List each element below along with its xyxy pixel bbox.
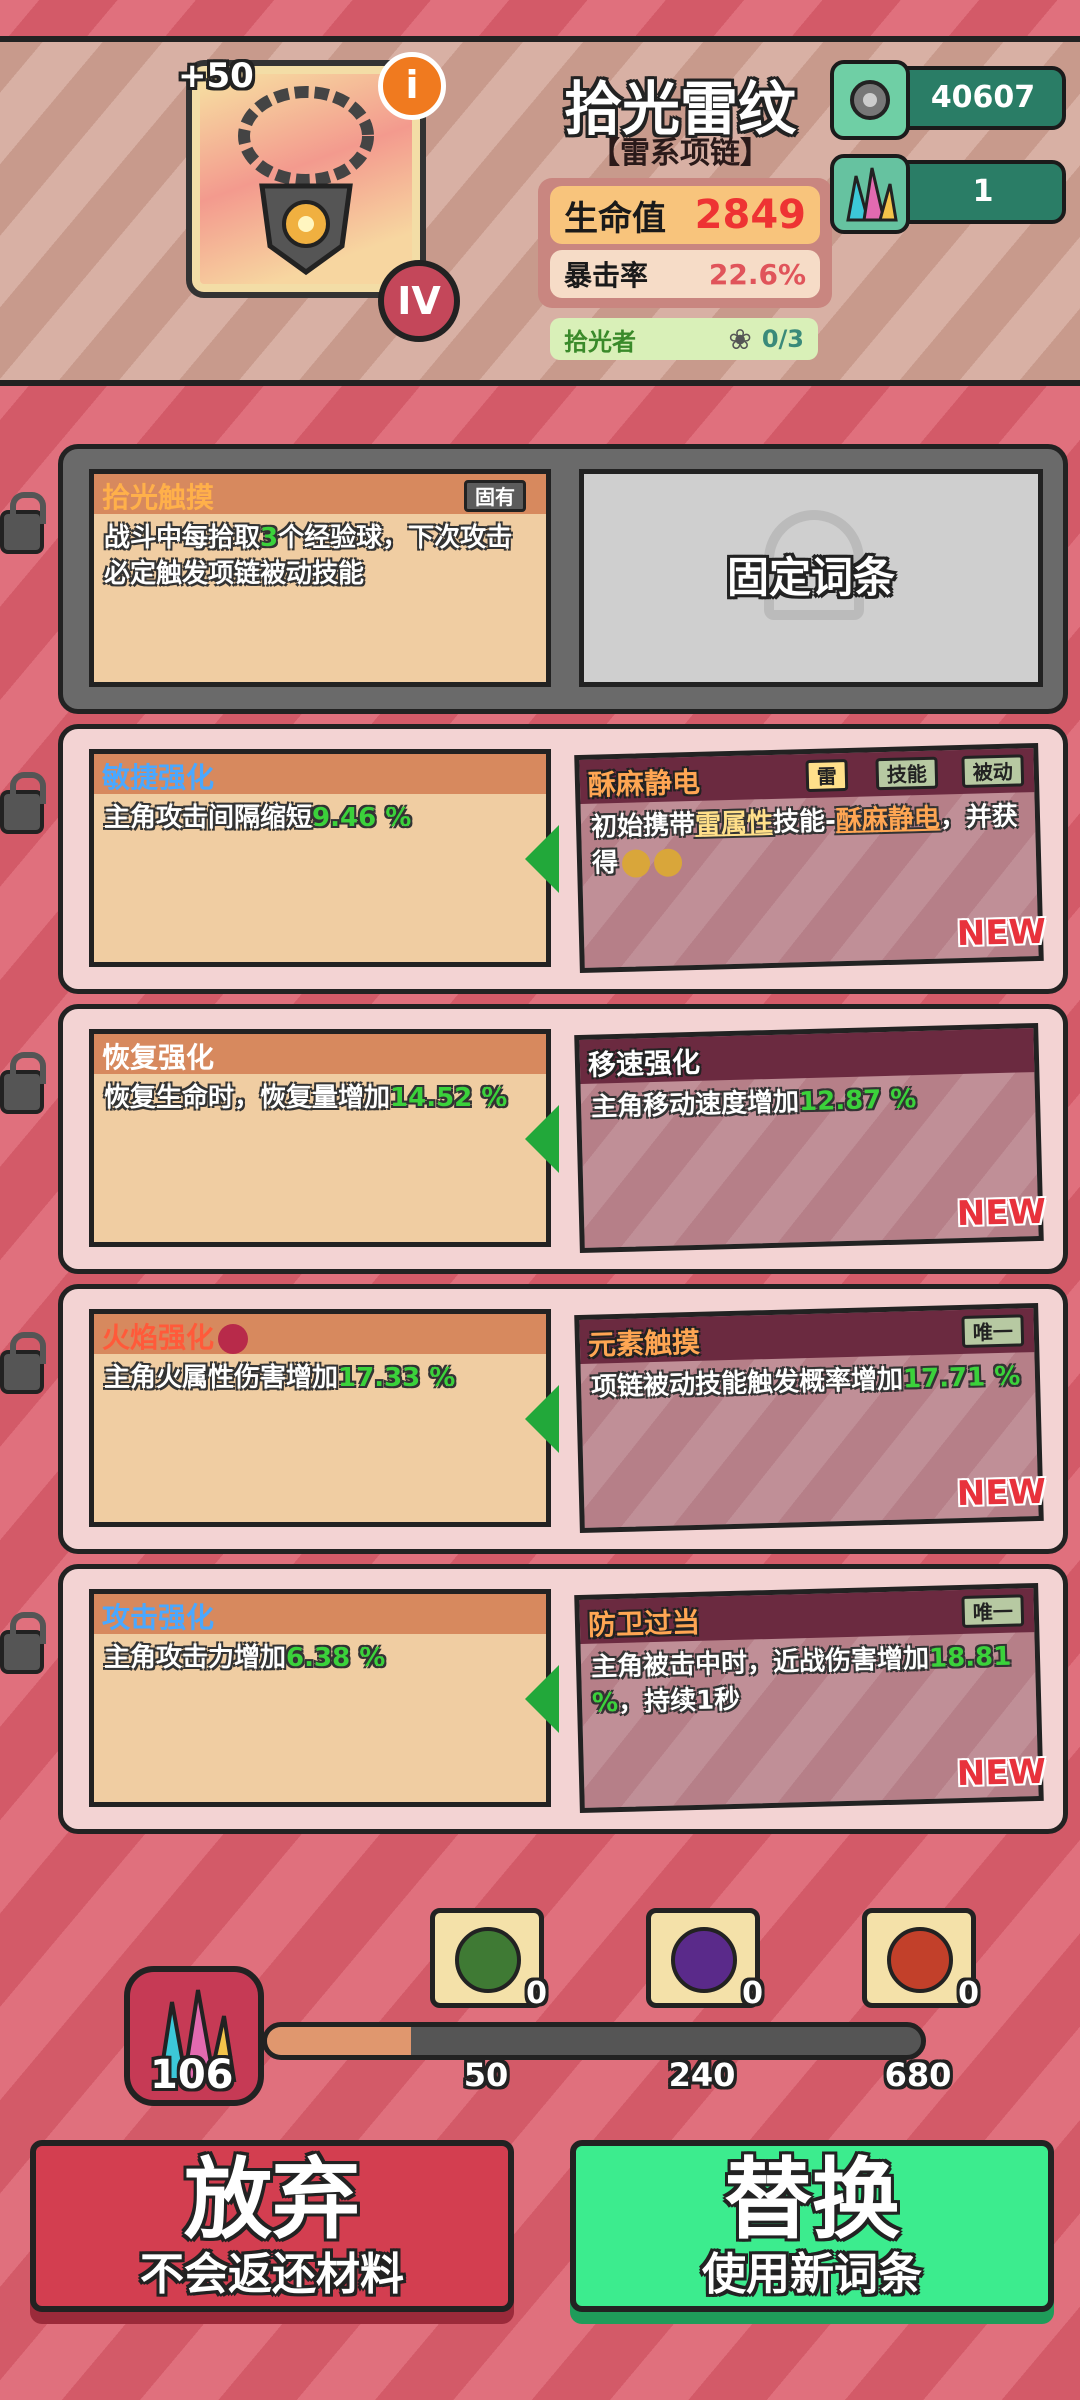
stat-label: 生命值	[564, 198, 666, 239]
giveup-subtitle: 不会返还材料	[140, 2249, 404, 2300]
set-count: 0/3	[761, 325, 804, 353]
affix-name: 火焰强化	[94, 1314, 546, 1354]
affix-desc: 初始携带雷属性技能-酥麻静电，并获得	[590, 801, 1019, 879]
lock-icon[interactable]	[0, 492, 46, 554]
current-affix: 火焰强化 主角火属性伤害增加17.33 %	[89, 1309, 551, 1527]
green-stone-icon	[455, 1927, 521, 1993]
affix-row-1: 拾光触摸 固有 战斗中每拾取3个经验球，下次攻击必定触发项链被动技能 固定词条	[58, 444, 1068, 714]
affix-desc: 主角火属性伤害增加17.33 %	[104, 1363, 456, 1393]
lightning-icon	[621, 848, 651, 878]
arrow-icon	[525, 1105, 559, 1173]
fire-icon	[218, 1324, 249, 1354]
affix-row-2: 敏捷强化 主角攻击间隔缩短9.46 % 酥麻静电 雷 技能 被动 初始携带雷属性…	[58, 724, 1068, 994]
giveup-button[interactable]: 放弃 不会返还材料	[30, 2140, 514, 2312]
affix-desc: 恢复生命时，恢复量增加14.52 %	[104, 1083, 508, 1113]
stat-crit: 暴击率 22.6%	[550, 250, 820, 298]
lock-icon[interactable]	[0, 1332, 46, 1394]
new-affix[interactable]: 防卫过当 唯一 主角被击中时，近战伤害增加18.81 %，持续1秒 NEW	[574, 1582, 1047, 1814]
lock-icon[interactable]	[0, 772, 46, 834]
gear-count: 40607	[930, 80, 1036, 115]
current-affix: 拾光触摸 固有 战斗中每拾取3个经验球，下次攻击必定触发项链被动技能	[89, 469, 551, 687]
current-affix: 敏捷强化 主角攻击间隔缩短9.46 %	[89, 749, 551, 967]
new-badge: NEW	[956, 1751, 1047, 1795]
stat-value: 2849	[694, 192, 806, 238]
item-type: 【雷系项链】	[590, 136, 770, 171]
crystal-count: 1	[972, 174, 994, 209]
fixed-affix-slot: 固定词条	[579, 469, 1043, 687]
new-affix[interactable]: 元素触摸 唯一 项链被动技能触发概率增加17.71 % NEW	[574, 1302, 1047, 1534]
reward-count: 0	[958, 1976, 979, 2011]
info-icon[interactable]: i	[378, 52, 446, 120]
tier-badge: IV	[378, 260, 460, 342]
material-progress-bar	[262, 2022, 926, 2060]
tag-thunder: 雷	[805, 758, 849, 793]
replace-subtitle: 使用新词条	[702, 2249, 922, 2300]
gear-icon	[830, 60, 910, 140]
tag-inherent: 固有	[464, 480, 526, 512]
lightning-icon	[653, 847, 683, 877]
affix-desc: 主角攻击间隔缩短9.46 %	[104, 803, 412, 833]
arrow-icon	[525, 1385, 559, 1453]
reward-count: 0	[526, 1976, 547, 2011]
material-progress-fill	[267, 2027, 411, 2055]
milestone-threshold: 50	[463, 2056, 509, 2094]
tag-unique: 唯一	[961, 1594, 1025, 1628]
new-badge: NEW	[956, 1471, 1047, 1515]
replace-button[interactable]: 替换 使用新词条	[570, 2140, 1054, 2312]
new-affix[interactable]: 移速强化 主角移动速度增加12.87 % NEW	[574, 1022, 1047, 1254]
tag-passive: 被动	[961, 754, 1025, 788]
affix-desc: 主角被击中时，近战伤害增加18.81 %，持续1秒	[590, 1641, 1012, 1719]
crystal-resource: 1	[830, 154, 1066, 234]
new-badge: NEW	[956, 911, 1047, 955]
affix-desc: 战斗中每拾取3个经验球，下次攻击必定触发项链被动技能	[104, 523, 513, 589]
affix-row-3: 恢复强化 恢复生命时，恢复量增加14.52 % 移速强化 主角移动速度增加12.…	[58, 1004, 1068, 1274]
current-affix: 恢复强化 恢复生命时，恢复量增加14.52 %	[89, 1029, 551, 1247]
stat-value: 22.6%	[708, 257, 806, 291]
swirl-icon: ❀	[728, 322, 752, 356]
crystal-icon	[830, 154, 910, 234]
stat-hp: 生命值 2849	[550, 186, 820, 244]
lock-icon[interactable]	[0, 1052, 46, 1114]
red-stone-icon	[887, 1927, 953, 1993]
milestone-reward-1[interactable]: 0	[430, 1908, 547, 2011]
arrow-icon	[525, 1665, 559, 1733]
gear-resource: 40607	[830, 60, 1066, 140]
affix-name: 攻击强化	[94, 1594, 546, 1634]
arrow-icon	[525, 825, 559, 893]
collector-set-bar[interactable]: 拾光者 ❀ 0/3	[550, 318, 818, 360]
affix-name: 恢复强化	[94, 1034, 546, 1074]
affix-desc: 主角攻击力增加6.38 %	[104, 1643, 386, 1673]
reward-count: 0	[742, 1976, 763, 2011]
new-badge: NEW	[956, 1191, 1047, 1235]
affix-row-5: 攻击强化 主角攻击力增加6.38 % 防卫过当 唯一 主角被击中时，近战伤害增加…	[58, 1564, 1068, 1834]
enhance-level: +50	[178, 56, 254, 96]
tag-skill: 技能	[875, 756, 939, 791]
milestone-reward-2[interactable]: 0	[646, 1908, 763, 2011]
new-affix[interactable]: 酥麻静电 雷 技能 被动 初始携带雷属性技能-酥麻静电，并获得 NEW	[574, 742, 1047, 974]
set-label: 拾光者	[564, 327, 636, 356]
tag-unique: 唯一	[961, 1314, 1025, 1348]
affix-name: 敏捷强化	[94, 754, 546, 794]
purple-stone-icon	[671, 1927, 737, 1993]
replace-title: 替换	[723, 2148, 900, 2251]
giveup-title: 放弃	[183, 2148, 360, 2251]
stat-panel: 生命值 2849 暴击率 22.6%	[538, 178, 832, 308]
affix-row-4: 火焰强化 主角火属性伤害增加17.33 % 元素触摸 唯一 项链被动技能触发概率…	[58, 1284, 1068, 1554]
fixed-label: 固定词条	[726, 553, 895, 602]
stat-label: 暴击率	[564, 259, 649, 292]
lock-icon[interactable]	[0, 1612, 46, 1674]
milestone-threshold: 240	[668, 2056, 736, 2094]
material-count: 106	[150, 2052, 234, 2098]
milestone-reward-3[interactable]: 0	[862, 1908, 979, 2011]
milestone-threshold: 680	[884, 2056, 952, 2094]
current-affix: 攻击强化 主角攻击力增加6.38 %	[89, 1589, 551, 1807]
